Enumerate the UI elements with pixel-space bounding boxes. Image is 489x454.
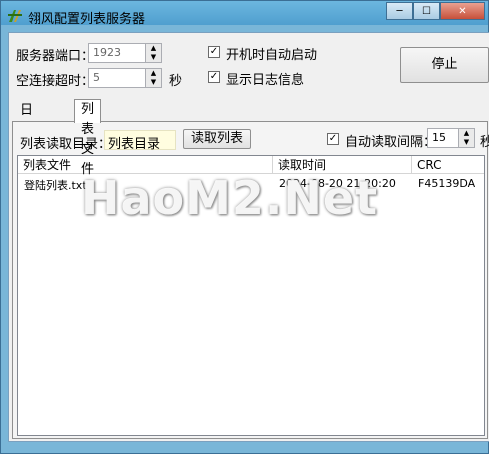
column-header-time[interactable]: 读取时间 <box>273 156 412 174</box>
dir-input-value[interactable]: 列表目录 <box>108 133 160 152</box>
spin-up-icon[interactable]: ▲ <box>459 129 474 138</box>
idle-timeout-spinner-arrows[interactable]: ▲ ▼ <box>145 69 161 87</box>
window-title: 翎风配置列表服务器 <box>28 12 146 27</box>
autostart-label[interactable]: 开机时自动启动 <box>226 44 317 63</box>
maximize-icon: ☐ <box>422 5 431 17</box>
app-window: 翎风配置列表服务器 ─ ☐ ✕ 服务器端口： 1923 ▲ ▼ 空连接超时： 5… <box>0 0 489 454</box>
spin-up-icon[interactable]: ▲ <box>146 69 161 78</box>
row-file[interactable]: 登陆列表.txt <box>24 177 87 193</box>
read-list-button[interactable]: 读取列表 <box>183 129 251 149</box>
autostart-checkbox[interactable]: ✓ <box>208 46 220 58</box>
idle-timeout-value[interactable]: 5 <box>93 71 100 84</box>
minimize-button[interactable]: ─ <box>386 2 413 20</box>
column-header-crc[interactable]: CRC <box>412 156 484 174</box>
idle-timeout-spinner[interactable]: 5 ▲ ▼ <box>88 68 162 88</box>
port-spinner[interactable]: 1923 ▲ ▼ <box>88 43 162 63</box>
minimize-icon: ─ <box>396 5 403 17</box>
tab-listfile[interactable]: 列表文件 <box>74 99 102 177</box>
maximize-button[interactable]: ☐ <box>413 2 440 20</box>
spin-up-icon[interactable]: ▲ <box>146 44 161 53</box>
row-crc[interactable]: F45139DA <box>418 177 475 190</box>
close-button[interactable]: ✕ <box>440 2 485 20</box>
interval-value[interactable]: 15 <box>432 131 446 144</box>
port-label: 服务器端口： <box>16 49 95 64</box>
client-area: 服务器端口： 1923 ▲ ▼ 空连接超时： 5 ▲ ▼ 秒 ✓ 开机时自动启动… <box>8 32 489 442</box>
file-list[interactable]: 列表文件 读取时间 CRC 登陆列表.txt 2024-08-20 21:20:… <box>17 155 485 436</box>
showlog-label[interactable]: 显示日志信息 <box>226 69 304 88</box>
spin-down-icon[interactable]: ▼ <box>459 138 474 147</box>
port-value[interactable]: 1923 <box>93 46 121 59</box>
interval-spinner[interactable]: 15 ▲ ▼ <box>427 128 475 148</box>
dir-input[interactable]: 列表目录 <box>104 130 176 152</box>
row-time[interactable]: 2024-08-20 21:20:20 <box>279 177 396 190</box>
port-spinner-arrows[interactable]: ▲ ▼ <box>145 44 161 62</box>
column-header-file[interactable]: 列表文件 <box>18 156 273 174</box>
idle-timeout-unit: 秒 <box>169 74 183 89</box>
stop-button[interactable]: 停止 <box>400 47 489 83</box>
idle-timeout-label: 空连接超时： <box>16 74 95 89</box>
spin-down-icon[interactable]: ▼ <box>146 53 161 62</box>
showlog-checkbox[interactable]: ✓ <box>208 71 220 83</box>
interval-spinner-arrows[interactable]: ▲ ▼ <box>458 129 474 147</box>
autoread-checkbox[interactable]: ✓ <box>327 133 339 145</box>
interval-unit: 秒 <box>480 135 489 150</box>
title-bar[interactable]: 翎风配置列表服务器 ─ ☐ ✕ <box>1 1 488 31</box>
app-logo-icon <box>8 10 22 22</box>
autoread-label[interactable]: 自动读取 <box>345 131 397 150</box>
dir-label: 列表读取目录： <box>20 137 112 152</box>
spin-down-icon[interactable]: ▼ <box>146 78 161 87</box>
tab-log[interactable]: 日志显示 <box>14 101 39 178</box>
close-icon: ✕ <box>458 5 467 17</box>
